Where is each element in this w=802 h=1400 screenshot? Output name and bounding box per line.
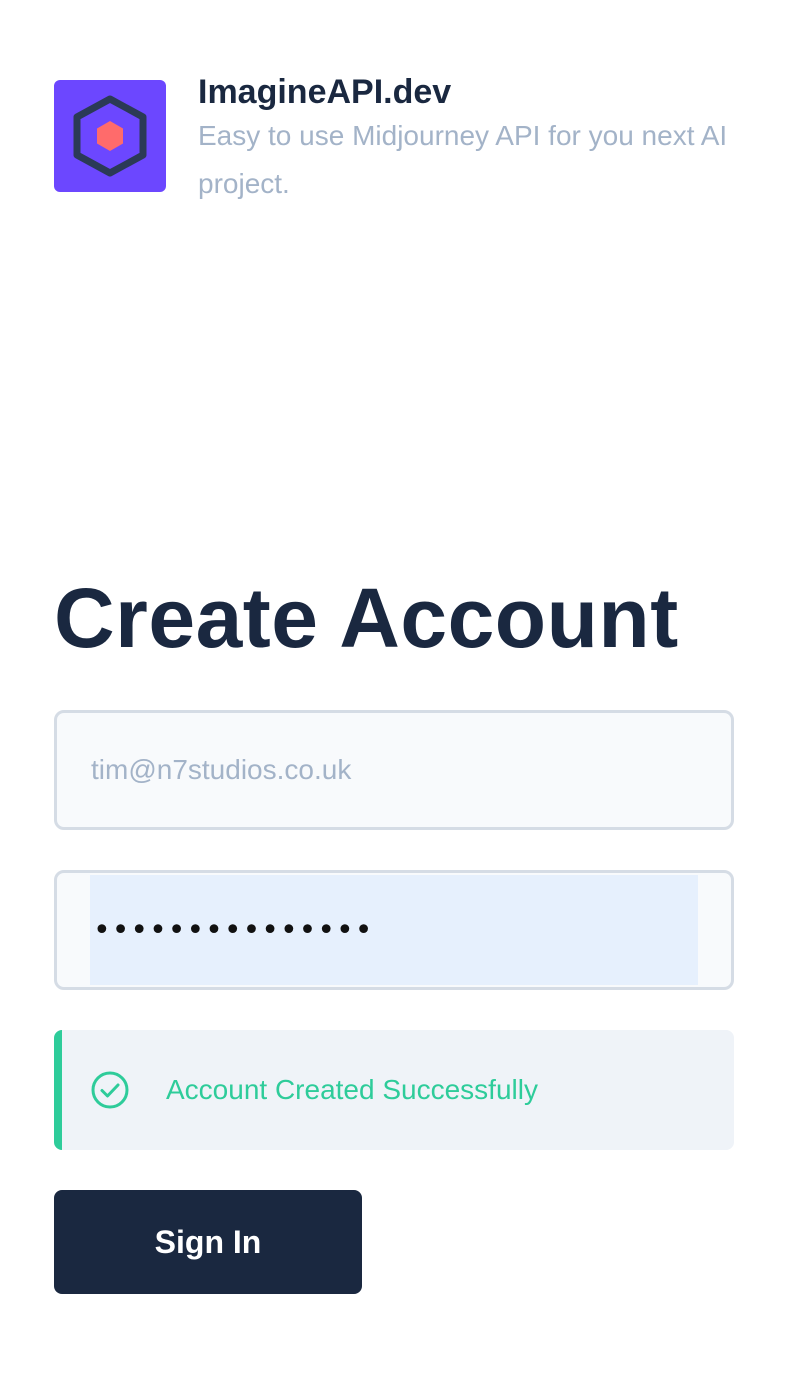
check-circle-icon [90, 1070, 130, 1110]
hexagon-icon [73, 95, 147, 177]
success-alert: Account Created Successfully [54, 1030, 734, 1150]
brand-text: ImagineAPI.dev Easy to use Midjourney AP… [198, 73, 738, 208]
password-input[interactable]: ••••••••••••••• [93, 873, 373, 987]
brand-name: ImagineAPI.dev [198, 73, 452, 111]
alert-message: Account Created Successfully [166, 1074, 538, 1105]
logo [54, 80, 166, 192]
brand-header: ImagineAPI.dev Easy to use Midjourney AP… [54, 73, 738, 208]
password-field-container: ••••••••••••••• [54, 870, 734, 990]
sign-in-button[interactable]: Sign In [54, 1190, 362, 1294]
page-title: Create Account [54, 571, 679, 665]
brand-tagline: Easy to use Midjourney API for you next … [198, 120, 728, 199]
email-input[interactable] [57, 713, 731, 827]
page: ImagineAPI.dev Easy to use Midjourney AP… [0, 0, 802, 1400]
email-field-container [54, 710, 734, 830]
